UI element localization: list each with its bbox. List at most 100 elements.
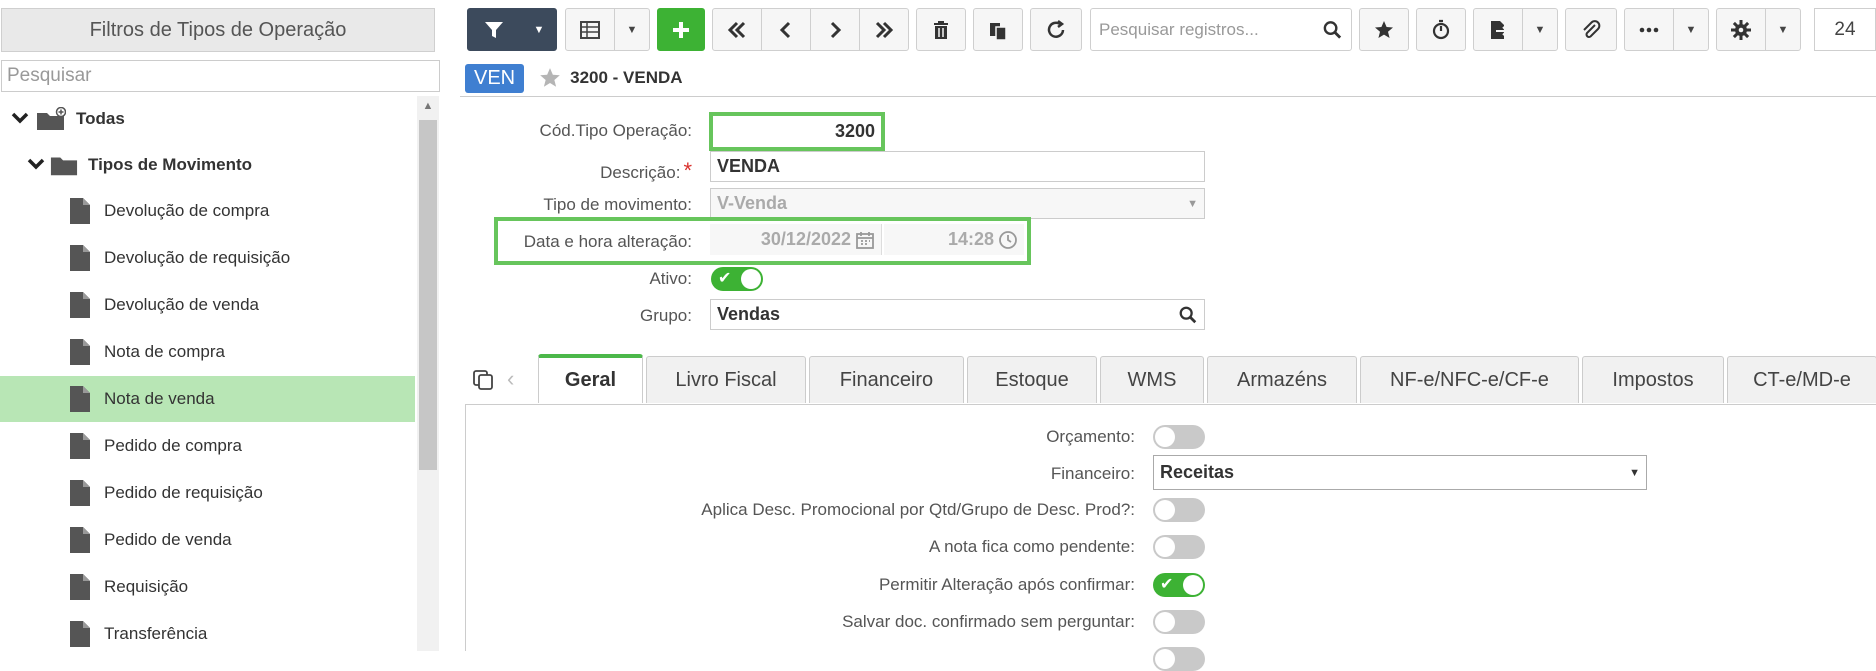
tab-armaz-ns[interactable]: Armazéns [1207, 356, 1357, 403]
favorite-button[interactable] [1359, 8, 1409, 51]
ativo-toggle[interactable]: ✔ [711, 267, 763, 291]
salvar-toggle[interactable] [1153, 610, 1205, 634]
filter-panel: Filtros de Tipos de Operação Todas Tipos… [0, 0, 440, 651]
date-field[interactable]: 30/12/2022 [710, 224, 882, 255]
copy-icon[interactable] [471, 368, 495, 392]
tree-item-label: Devolução de venda [104, 295, 260, 314]
export-dropdown-button[interactable]: ▼ [1522, 8, 1558, 51]
toolbar: ▼ ▼ ▼ [462, 8, 1876, 51]
tree-item-label: Transferência [104, 624, 208, 643]
tree-item[interactable]: Devolução de compra [0, 188, 415, 234]
tabs-scroll-left-icon[interactable]: ‹ [507, 366, 514, 392]
scrollbar-thumb[interactable] [419, 120, 437, 470]
filter-button[interactable] [467, 8, 521, 51]
tab-financeiro[interactable]: Financeiro [809, 356, 964, 403]
tree-item[interactable]: Transferência [0, 611, 415, 651]
delete-button[interactable] [916, 8, 966, 51]
tree-scrollbar[interactable]: ▲ [417, 96, 439, 651]
add-record-button[interactable] [657, 8, 705, 51]
tipo-label: Tipo de movimento: [543, 195, 692, 214]
tab-estoque[interactable]: Estoque [967, 356, 1097, 403]
tab-livro-fiscal[interactable]: Livro Fiscal [646, 356, 806, 403]
desc-field[interactable]: VENDA [710, 151, 1205, 182]
orcamento-toggle[interactable] [1153, 425, 1205, 449]
document-icon [70, 527, 90, 553]
pendente-toggle[interactable] [1153, 535, 1205, 559]
double-chevron-left-icon [727, 21, 746, 38]
tree-item[interactable]: Pedido de requisição [0, 470, 415, 516]
tree-item[interactable]: Nota de compra [0, 329, 415, 375]
document-icon [70, 245, 90, 271]
toggle-knob [1155, 649, 1175, 669]
cod-field[interactable]: 3200 [713, 116, 881, 147]
search-icon[interactable] [1322, 19, 1343, 41]
settings-dropdown-button[interactable]: ▼ [1765, 8, 1801, 51]
tree-node-group[interactable]: Tipos de Movimento [0, 142, 415, 188]
caret-down-icon: ▼ [1685, 23, 1697, 36]
next-record-button[interactable] [810, 8, 860, 51]
chevron-down-icon[interactable] [10, 111, 30, 128]
gear-icon [1731, 19, 1751, 40]
tree-item[interactable]: Pedido de venda [0, 517, 415, 563]
grid-view-button[interactable] [565, 8, 615, 51]
more-actions-dropdown-button[interactable]: ▼ [1673, 8, 1709, 51]
calendar-icon[interactable] [855, 230, 875, 250]
record-title: 3200 - VENDA [570, 68, 683, 87]
ellipsis-icon [1639, 27, 1659, 32]
grupo-field[interactable]: Vendas [710, 299, 1205, 330]
first-record-button[interactable] [712, 8, 762, 51]
more-actions-button[interactable] [1624, 8, 1674, 51]
chevron-down-icon[interactable] [26, 157, 46, 174]
filter-dropdown-button[interactable]: ▼ [521, 8, 557, 51]
tree-item[interactable]: Devolução de venda [0, 282, 415, 328]
caret-down-icon: ▼ [1629, 466, 1640, 479]
refresh-icon [1047, 19, 1065, 38]
tree-item[interactable]: Nota de venda [0, 376, 415, 422]
refresh-button[interactable] [1030, 8, 1082, 51]
caret-down-icon: ▼ [1777, 23, 1789, 36]
record-search-input[interactable] [1091, 18, 1322, 41]
tree-node-label: Todas [76, 109, 125, 128]
timer-button[interactable] [1416, 8, 1466, 51]
caret-down-icon: ▼ [626, 23, 638, 36]
scroll-up-arrow-icon[interactable]: ▲ [417, 96, 439, 116]
grupo-value: Vendas [717, 304, 781, 324]
copy-icon [990, 22, 1007, 41]
page-number-field[interactable]: 24 [1814, 8, 1876, 51]
tab-geral[interactable]: Geral [538, 354, 643, 403]
permitir-toggle[interactable]: ✔ [1153, 573, 1205, 597]
tree-node-root[interactable]: Todas [0, 96, 415, 142]
last-record-button[interactable] [859, 8, 909, 51]
toggle-knob [1155, 500, 1175, 520]
settings-button[interactable] [1716, 8, 1766, 51]
caret-down-icon: ▼ [533, 23, 545, 36]
tab-nf-e-nfc-e-cf-e[interactable]: NF-e/NFC-e/CF-e [1360, 356, 1579, 403]
duplicate-button[interactable] [973, 8, 1023, 51]
export-button[interactable] [1473, 8, 1523, 51]
document-icon [70, 574, 90, 600]
tab-wms[interactable]: WMS [1100, 356, 1204, 403]
grid-view-dropdown-button[interactable]: ▼ [614, 8, 650, 51]
tree-item-label: Pedido de requisição [104, 483, 263, 502]
tab-ct-e-md-e[interactable]: CT-e/MD-e [1727, 356, 1876, 403]
previous-record-button[interactable] [761, 8, 811, 51]
tab-impostos[interactable]: Impostos [1582, 356, 1724, 403]
star-icon[interactable] [538, 66, 562, 90]
clock-icon[interactable] [998, 230, 1018, 250]
filter-search-input[interactable] [1, 60, 440, 92]
tree-item[interactable]: Requisição [0, 564, 415, 610]
tabs-bar: ‹ Geral Livro Fiscal Financeiro Estoque WMS A… [465, 354, 1876, 405]
attachments-button[interactable] [1565, 8, 1617, 51]
aplica-desc-toggle[interactable] [1153, 498, 1205, 522]
financeiro-select[interactable]: Receitas ▼ [1153, 455, 1647, 490]
double-chevron-right-icon [875, 21, 894, 38]
tipo-select[interactable]: V-Venda ▼ [710, 188, 1205, 219]
aplica-desc-label: Aplica Desc. Promocional por Qtd/Grupo d… [701, 500, 1135, 519]
tree-item[interactable]: Pedido de compra [0, 423, 415, 469]
chevron-left-icon [779, 21, 791, 38]
search-icon[interactable] [1178, 305, 1198, 325]
record-search-box[interactable] [1090, 8, 1352, 51]
tree-item[interactable]: Devolução de requisição [0, 235, 415, 281]
time-field[interactable]: 14:28 [884, 224, 1024, 255]
document-icon [70, 292, 90, 318]
